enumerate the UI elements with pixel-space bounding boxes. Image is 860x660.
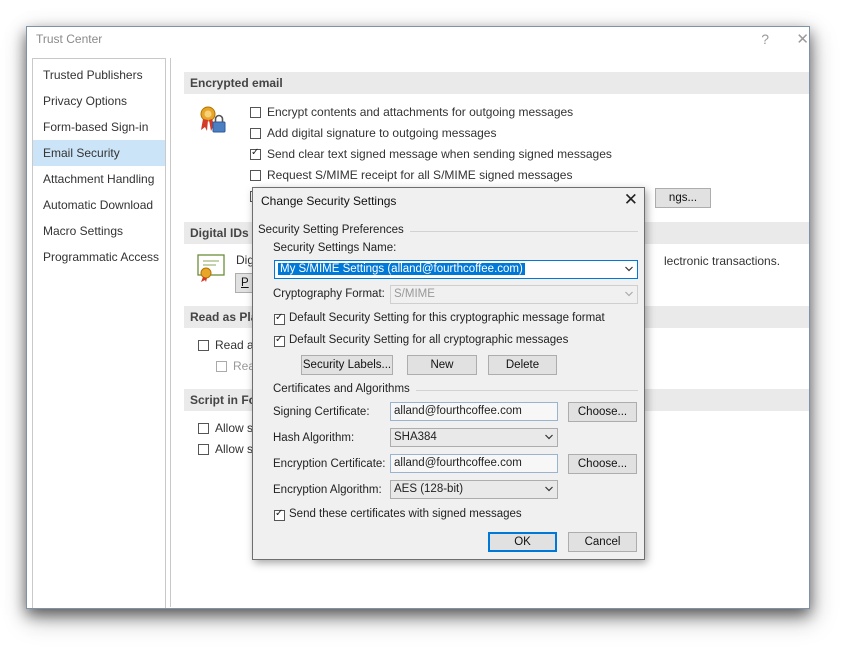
chevron-down-icon	[625, 291, 633, 297]
title-bar: Trust Center ? ✕	[27, 27, 809, 53]
sidebar-item-programmatic-access[interactable]: Programmatic Access	[33, 244, 165, 270]
default-all-checkbox[interactable]	[274, 334, 285, 347]
clear-text-signed-checkbox[interactable]	[250, 147, 261, 160]
choose-encryption-certificate-button[interactable]: Choose...	[568, 454, 637, 474]
certificates-algorithms-group: Certificates and Algorithms	[273, 383, 638, 396]
encrypt-contents-checkbox[interactable]	[250, 107, 261, 118]
chevron-down-icon	[545, 486, 553, 492]
allow-script-shared-checkbox[interactable]	[198, 423, 209, 434]
encryption-algorithm-select[interactable]: AES (128-bit)	[390, 480, 558, 499]
close-icon[interactable]: ✕	[796, 30, 809, 48]
add-signature-label: Add digital signature to outgoing messag…	[267, 126, 497, 140]
smime-receipt-label: Request S/MIME receipt for all S/MIME si…	[267, 168, 573, 182]
hash-algorithm-label: Hash Algorithm:	[273, 432, 355, 444]
sidebar-item-privacy-options[interactable]: Privacy Options	[33, 88, 165, 114]
encryption-algorithm-label: Encryption Algorithm:	[273, 484, 382, 496]
encryption-certificate-label: Encryption Certificate:	[273, 458, 386, 470]
allow-script-public-checkbox[interactable]	[198, 444, 209, 455]
section-header-encrypted-email: Encrypted email	[184, 72, 809, 94]
cryptography-format-label: Cryptography Format:	[273, 288, 385, 300]
smime-receipt-checkbox[interactable]	[250, 170, 261, 181]
hash-algorithm-select[interactable]: SHA384	[390, 428, 558, 447]
hash-algorithm-value: SHA384	[394, 431, 437, 443]
send-certificates-checkbox[interactable]	[274, 508, 285, 521]
signing-certificate-label: Signing Certificate:	[273, 406, 370, 418]
group-label-preferences: Security Setting Preferences	[258, 224, 410, 236]
default-format-checkbox[interactable]	[274, 312, 285, 325]
digital-ids-description-right: lectronic transactions.	[664, 254, 781, 268]
chevron-down-icon	[625, 266, 633, 272]
change-security-settings-dialog: Change Security Settings ✕ Security Sett…	[252, 187, 645, 560]
allow-script-public-label: Allow s	[215, 442, 254, 456]
sidebar-item-attachment-handling[interactable]: Attachment Handling	[33, 166, 165, 192]
default-format-label: Default Security Setting for this crypto…	[289, 312, 605, 324]
sidebar: Trusted Publishers Privacy Options Form-…	[32, 58, 166, 608]
sidebar-item-automatic-download[interactable]: Automatic Download	[33, 192, 165, 218]
sidebar-item-macro-settings[interactable]: Macro Settings	[33, 218, 165, 244]
dialog-title: Change Security Settings	[261, 194, 397, 208]
security-settings-name-combobox[interactable]: My S/MIME Settings (alland@fourthcoffee.…	[274, 260, 638, 279]
new-button[interactable]: New	[407, 355, 477, 375]
chevron-down-icon	[545, 434, 553, 440]
delete-button[interactable]: Delete	[488, 355, 557, 375]
ok-button[interactable]: OK	[488, 532, 557, 552]
cancel-button[interactable]: Cancel	[568, 532, 637, 552]
clear-text-signed-label: Send clear text signed message when send…	[267, 147, 612, 161]
sidebar-item-email-security[interactable]: Email Security	[33, 140, 165, 166]
encrypt-contents-label: Encrypt contents and attachments for out…	[267, 105, 574, 119]
sidebar-item-trusted-publishers[interactable]: Trusted Publishers	[33, 62, 165, 88]
group-label-certificates: Certificates and Algorithms	[273, 383, 416, 395]
choose-signing-certificate-button[interactable]: Choose...	[568, 402, 637, 422]
read-all-plain-text-label: Read al	[215, 338, 257, 352]
window-title: Trust Center	[36, 32, 103, 46]
sidebar-item-form-based-sign-in[interactable]: Form-based Sign-in	[33, 114, 165, 140]
read-signed-plain-text-checkbox[interactable]	[216, 361, 227, 372]
security-settings-name-value: My S/MIME Settings (alland@fourthcoffee.…	[278, 263, 525, 275]
read-all-plain-text-checkbox[interactable]	[198, 340, 209, 351]
ribbon-lock-icon	[200, 106, 226, 133]
allow-script-shared-label: Allow s	[215, 421, 254, 435]
cryptography-format-value: S/MIME	[394, 288, 435, 300]
security-settings-name-label: Security Settings Name:	[273, 242, 397, 254]
send-certificates-label: Send these certificates with signed mess…	[289, 508, 522, 520]
certificate-icon	[197, 254, 225, 282]
add-signature-checkbox[interactable]	[250, 128, 261, 139]
settings-button[interactable]: ngs...	[655, 188, 711, 208]
signing-certificate-field[interactable]: alland@fourthcoffee.com	[390, 402, 558, 421]
security-setting-preferences-group: Security Setting Preferences	[258, 224, 638, 237]
dialog-close-icon[interactable]: ✕	[624, 190, 638, 210]
help-button[interactable]: ?	[761, 31, 769, 47]
encryption-algorithm-value: AES (128-bit)	[394, 483, 464, 495]
encryption-certificate-field[interactable]: alland@fourthcoffee.com	[390, 454, 558, 473]
cryptography-format-select[interactable]: S/MIME	[390, 285, 638, 304]
default-all-label: Default Security Setting for all cryptog…	[289, 334, 569, 346]
security-labels-button[interactable]: Security Labels...	[301, 355, 393, 375]
